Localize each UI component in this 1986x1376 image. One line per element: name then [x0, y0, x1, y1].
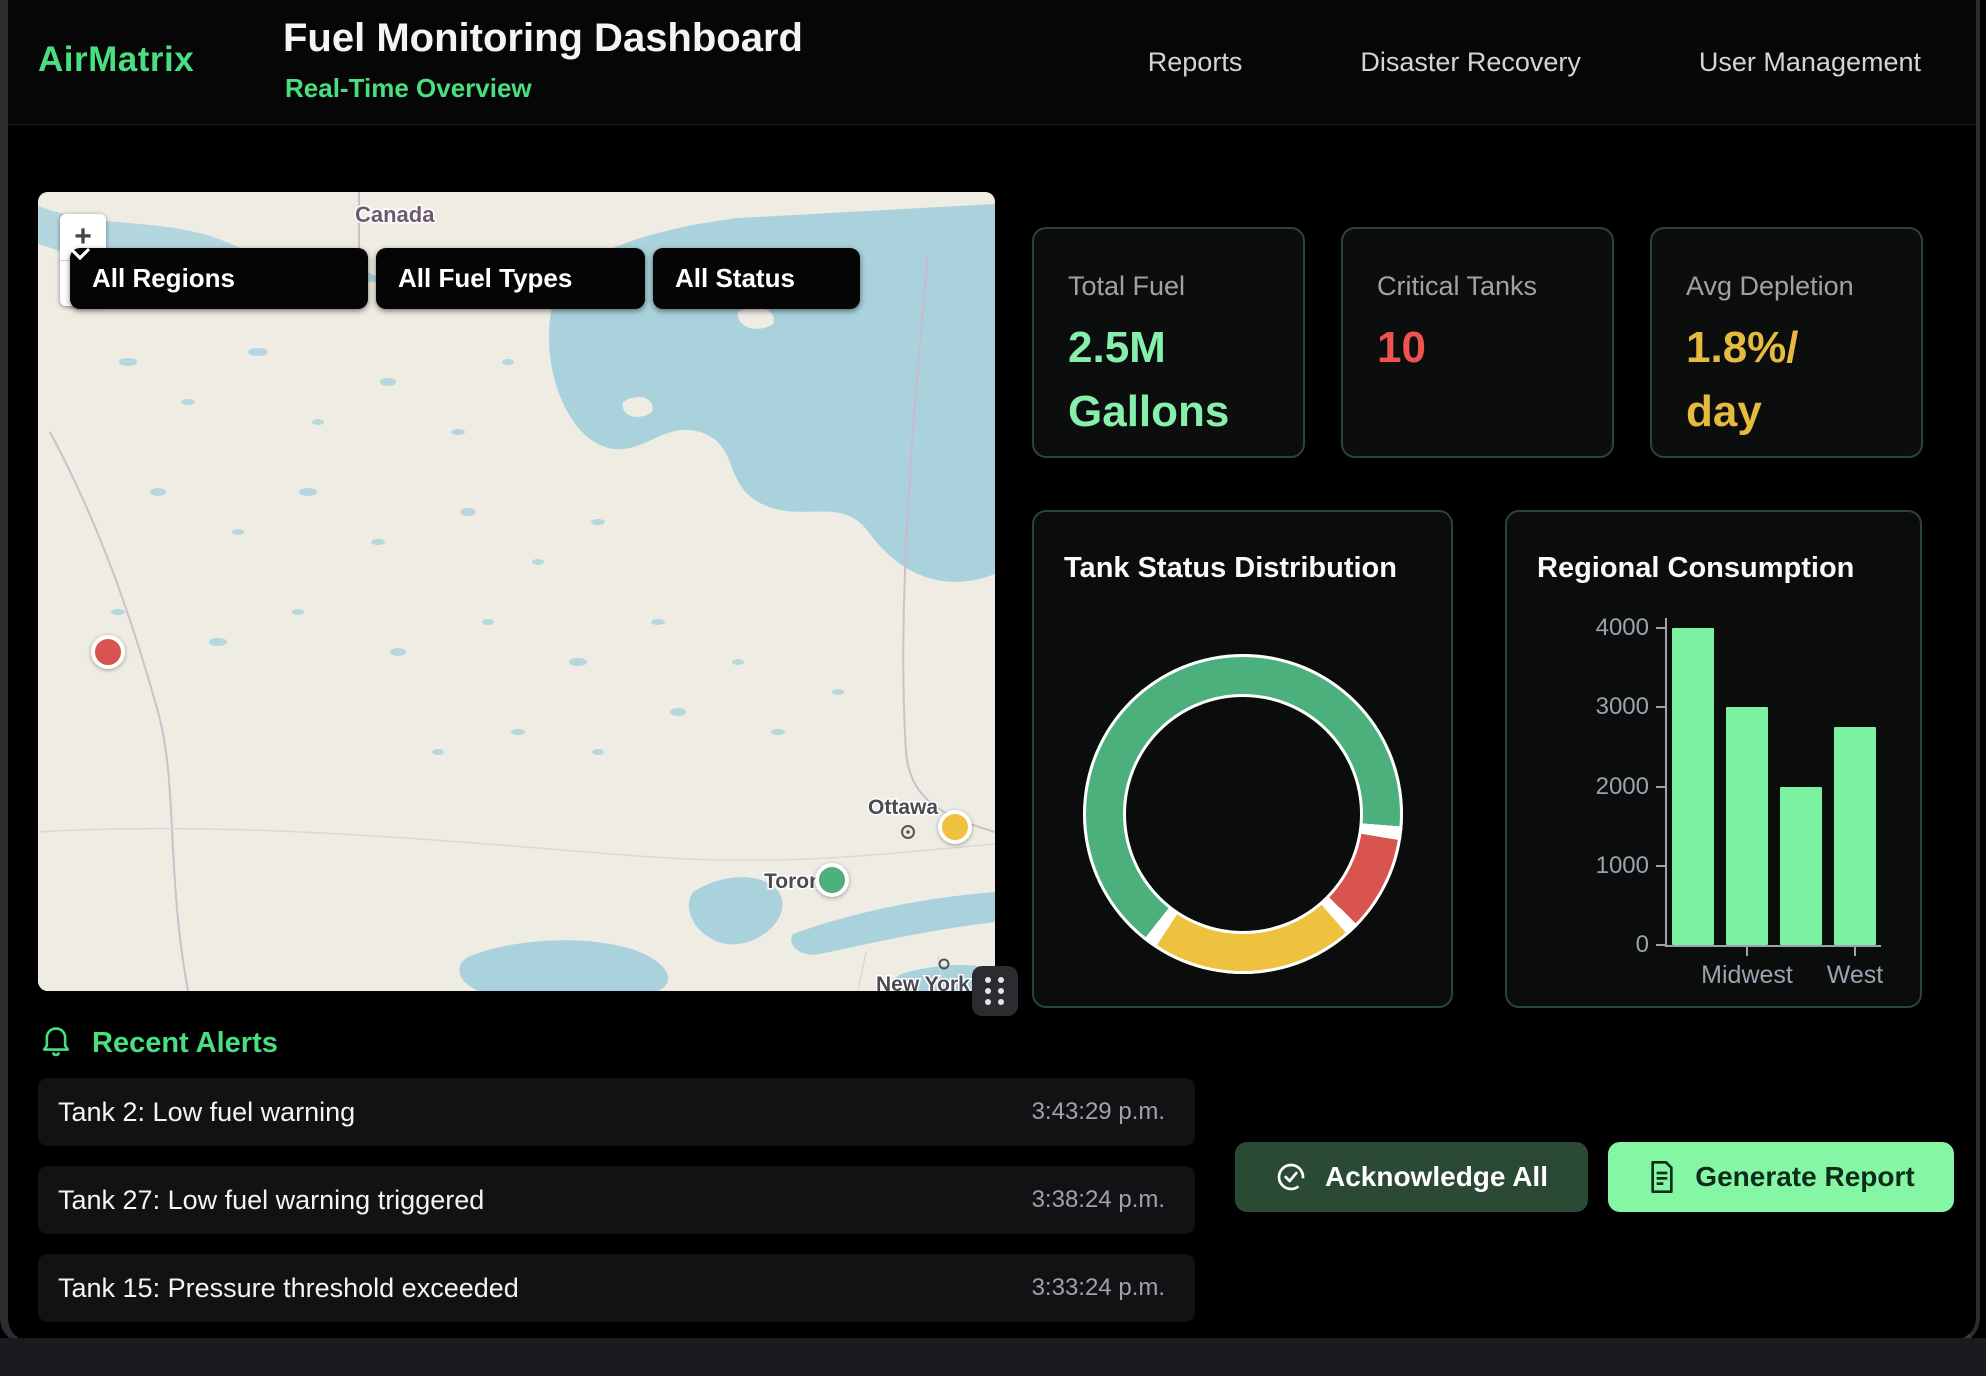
bar-south	[1780, 787, 1822, 946]
bar-northeast	[1672, 628, 1714, 945]
generate-report-label: Generate Report	[1695, 1161, 1914, 1193]
alert-message: Tank 27: Low fuel warning triggered	[58, 1185, 484, 1216]
stat-label: Total Fuel	[1068, 271, 1269, 302]
stat-value: 2.5MGallons	[1068, 316, 1269, 444]
filter-regions-dropdown[interactable]: All Regions	[70, 248, 368, 309]
map-label-ottawa: Ottawa	[868, 796, 938, 819]
alert-row[interactable]: Tank 15: Pressure threshold exceeded 3:3…	[38, 1254, 1195, 1322]
stat-value: 10	[1377, 316, 1578, 380]
alert-message: Tank 2: Low fuel warning	[58, 1097, 355, 1128]
tank-marker-warning[interactable]	[938, 810, 972, 844]
stat-value: 1.8%/day	[1686, 316, 1887, 444]
tank-marker-normal[interactable]	[815, 863, 849, 897]
filter-fueltype-label: All Fuel Types	[398, 263, 572, 294]
report-document-icon	[1647, 1161, 1677, 1193]
nav-user-management[interactable]: User Management	[1699, 47, 1921, 78]
y-axis-label: 3000	[1507, 693, 1649, 721]
acknowledge-all-label: Acknowledge All	[1325, 1161, 1548, 1193]
filter-status-label: All Status	[675, 263, 795, 294]
bar-west	[1834, 727, 1876, 945]
nav-reports[interactable]: Reports	[1148, 47, 1243, 78]
check-circle-icon	[1275, 1161, 1307, 1193]
filter-fueltype-dropdown[interactable]: All Fuel Types	[376, 248, 645, 309]
alert-message: Tank 15: Pressure threshold exceeded	[58, 1273, 519, 1304]
bell-icon	[40, 1026, 72, 1060]
map-resize-handle[interactable]	[972, 966, 1018, 1016]
stat-label: Avg Depletion	[1686, 271, 1887, 302]
header: AirMatrix Fuel Monitoring Dashboard Real…	[8, 0, 1976, 125]
y-axis-label: 4000	[1507, 614, 1649, 642]
regional-consumption-bar-chart: 01000200030004000MidwestWest	[1507, 512, 1920, 1006]
map-canvas: Canada Ottawa Toronto New York	[38, 192, 995, 991]
alert-row[interactable]: Tank 2: Low fuel warning 3:43:29 p.m.	[38, 1078, 1195, 1146]
page-title: Fuel Monitoring Dashboard	[283, 16, 803, 61]
y-axis-label: 2000	[1507, 773, 1649, 801]
nav-disaster-recovery[interactable]: Disaster Recovery	[1360, 47, 1581, 78]
stat-label: Critical Tanks	[1377, 271, 1578, 302]
alerts-title: Recent Alerts	[92, 1027, 278, 1060]
y-axis-label: 0	[1507, 931, 1649, 959]
filter-regions-label: All Regions	[92, 263, 235, 294]
acknowledge-all-button[interactable]: Acknowledge All	[1235, 1142, 1588, 1212]
main-nav: Reports Disaster Recovery User Managemen…	[1148, 0, 1921, 125]
stat-card-avg-depletion: Avg Depletion 1.8%/day	[1650, 227, 1923, 458]
stat-cards: Total Fuel 2.5MGallons Critical Tanks 10…	[1032, 227, 1923, 458]
y-axis-label: 1000	[1507, 852, 1649, 880]
stat-card-total-fuel: Total Fuel 2.5MGallons	[1032, 227, 1305, 458]
alert-time: 3:43:29 p.m.	[1032, 1098, 1165, 1126]
panel-tank-status: Tank Status Distribution	[1032, 510, 1453, 1008]
map[interactable]: Canada Ottawa Toronto New York + − All R…	[38, 192, 995, 991]
map-label-newyork: New York	[876, 973, 970, 991]
x-axis-label: West	[1785, 961, 1925, 990]
alert-time: 3:33:24 p.m.	[1032, 1274, 1165, 1302]
alert-time: 3:38:24 p.m.	[1032, 1186, 1165, 1214]
stat-card-critical-tanks: Critical Tanks 10	[1341, 227, 1614, 458]
bar-midwest	[1726, 707, 1768, 945]
page-subtitle: Real-Time Overview	[285, 73, 532, 104]
tank-marker-critical[interactable]	[91, 635, 125, 669]
alert-row[interactable]: Tank 27: Low fuel warning triggered 3:38…	[38, 1166, 1195, 1234]
window-bottom-strip	[0, 1338, 1986, 1376]
tank-status-donut-chart	[1083, 654, 1403, 974]
generate-report-button[interactable]: Generate Report	[1608, 1142, 1954, 1212]
panel-regional-consumption: Regional Consumption 01000200030004000Mi…	[1505, 510, 1922, 1008]
donut-hole	[1123, 694, 1363, 934]
filter-status-dropdown[interactable]: All Status	[653, 248, 860, 309]
brand-logo: AirMatrix	[38, 40, 194, 80]
map-filters: All Regions All Fuel Types All Status	[70, 248, 860, 309]
panel-title: Tank Status Distribution	[1064, 552, 1397, 585]
alerts-header: Recent Alerts	[40, 1026, 278, 1060]
map-label-canada: Canada	[355, 202, 435, 227]
